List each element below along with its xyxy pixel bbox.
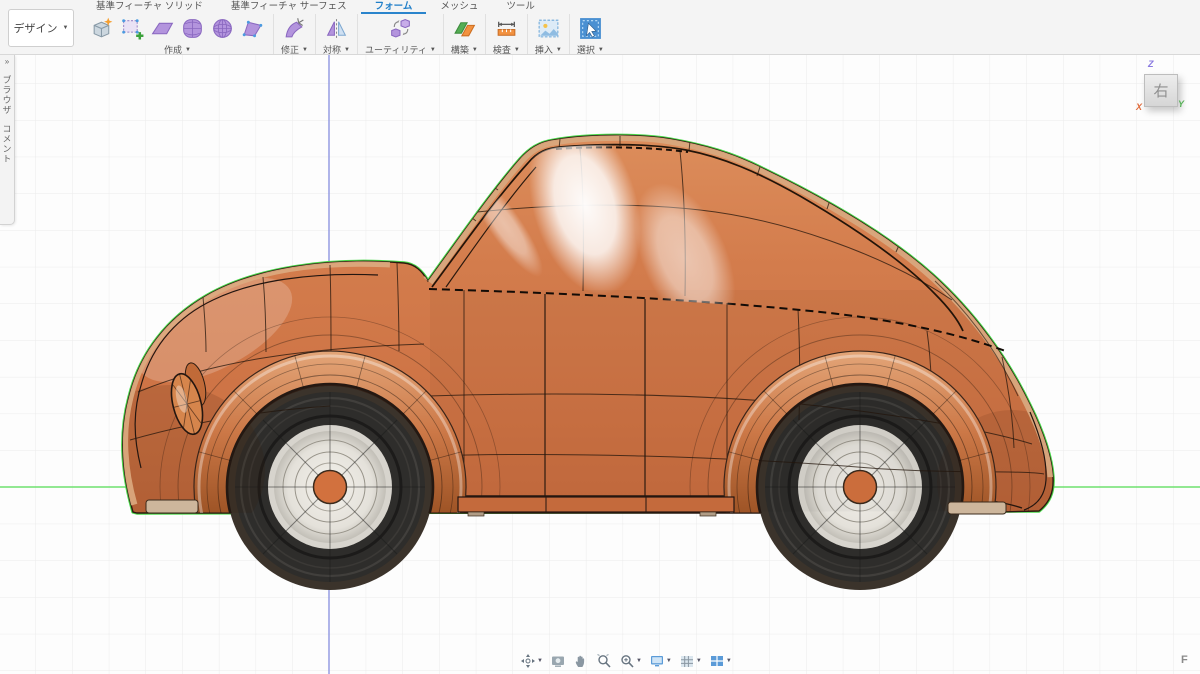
chevron-down-icon: ▼: [185, 47, 191, 53]
cylinder-icon[interactable]: [179, 15, 206, 42]
group-select: 選択▼: [570, 13, 611, 56]
expand-panel-icon[interactable]: »: [5, 58, 9, 66]
zoom-button[interactable]: [594, 652, 614, 670]
chevron-down-icon: ▼: [302, 47, 308, 53]
tab-solid[interactable]: 基準フィーチャ ソリッド: [82, 0, 217, 14]
chevron-down-icon: ▼: [666, 658, 672, 664]
viewcube-face-label: 右: [1153, 80, 1168, 101]
viewports-button[interactable]: ▼: [707, 652, 734, 670]
look-at-button[interactable]: [548, 652, 568, 670]
group-utilities: ユーティリティ▼: [358, 13, 443, 56]
group-modify: 修正▼: [274, 13, 315, 56]
construct-menu[interactable]: 構築▼: [451, 43, 478, 56]
look-at-icon: [550, 653, 566, 669]
comments-panel-tab[interactable]: コメント: [1, 124, 14, 164]
chevron-down-icon: ▼: [598, 47, 604, 53]
workspace-label: デザイン: [14, 20, 58, 36]
tab-mesh[interactable]: メッシュ: [426, 0, 492, 14]
viewports-icon: [709, 653, 725, 669]
tab-form[interactable]: フォーム: [361, 0, 427, 14]
select-menu[interactable]: 選択▼: [577, 43, 604, 56]
navigation-bar: ▼ ▼ ▼ ▼ ▼: [518, 651, 734, 671]
chevron-down-icon: ▼: [537, 658, 543, 664]
ribbon-groups: 作成▼ 修正▼ 対称▼: [82, 13, 611, 56]
inspect-menu[interactable]: 検査▼: [493, 43, 520, 56]
workspace-switcher[interactable]: デザイン ▼: [8, 9, 74, 47]
grid-snaps-button[interactable]: ▼: [677, 652, 704, 670]
axis-x-label: X: [1136, 102, 1142, 112]
rear-bumper[interactable]: [948, 502, 1006, 514]
chevron-down-icon: ▼: [636, 658, 642, 664]
tab-surface[interactable]: 基準フィーチャ サーフェス: [217, 0, 361, 14]
group-create: 作成▼: [82, 13, 273, 56]
watermark-letter: F: [1181, 654, 1188, 666]
pan-button[interactable]: [571, 652, 591, 670]
viewport-canvas[interactable]: [0, 0, 1200, 674]
plane-icon[interactable]: [149, 15, 176, 42]
convert-icon[interactable]: [387, 15, 414, 42]
edit-form-icon[interactable]: [281, 15, 308, 42]
measure-icon[interactable]: [493, 15, 520, 42]
create-form-box-icon[interactable]: [89, 15, 116, 42]
sphere-icon[interactable]: [209, 15, 236, 42]
display-settings-button[interactable]: ▼: [647, 652, 674, 670]
chevron-down-icon: ▼: [726, 658, 732, 664]
front-bumper[interactable]: [146, 500, 198, 513]
chevron-down-icon: ▼: [344, 47, 350, 53]
symmetry-menu[interactable]: 対称▼: [323, 43, 350, 56]
pan-hand-icon: [573, 653, 589, 669]
group-symmetry: 対称▼: [316, 13, 357, 56]
orbit-icon: [520, 653, 536, 669]
viewcube[interactable]: 右: [1144, 74, 1178, 107]
top-toolbar: デザイン ▼ 基準フィーチャ ソリッド 基準フィーチャ サーフェス フォーム メ…: [0, 0, 1200, 55]
insert-canvas-icon[interactable]: [535, 15, 562, 42]
mirror-icon[interactable]: [323, 15, 350, 42]
zoom-icon: [596, 653, 612, 669]
group-insert: 挿入▼: [528, 13, 569, 56]
collapsed-panels: » ブラウザ コメント: [0, 55, 15, 225]
toolbar-tabs: 基準フィーチャ ソリッド 基準フィーチャ サーフェス フォーム メッシュ ツール: [82, 0, 549, 14]
grid-snaps-icon: [679, 653, 695, 669]
chevron-down-icon: ▼: [696, 658, 702, 664]
group-construct: 構築▼: [444, 13, 485, 56]
fusion-window: デザイン ▼ 基準フィーチャ ソリッド 基準フィーチャ サーフェス フォーム メ…: [0, 0, 1200, 674]
browser-panel-tab[interactable]: ブラウザ: [1, 75, 14, 115]
utilities-menu[interactable]: ユーティリティ▼: [365, 43, 436, 56]
create-menu[interactable]: 作成▼: [164, 43, 191, 56]
insert-menu[interactable]: 挿入▼: [535, 43, 562, 56]
zoom-window-button[interactable]: ▼: [617, 652, 644, 670]
chevron-down-icon: ▼: [63, 25, 69, 31]
orbit-button[interactable]: ▼: [518, 652, 545, 670]
face-plus-icon[interactable]: [119, 15, 146, 42]
zoom-window-icon: [619, 653, 635, 669]
tab-tools[interactable]: ツール: [492, 0, 549, 14]
viewcube-widget: Z 右 X Y: [1128, 56, 1198, 116]
chevron-down-icon: ▼: [556, 47, 562, 53]
face-icon[interactable]: [239, 15, 266, 42]
display-settings-icon: [649, 653, 665, 669]
axis-z-label: Z: [1148, 59, 1154, 69]
modify-menu[interactable]: 修正▼: [281, 43, 308, 56]
chevron-down-icon: ▼: [472, 47, 478, 53]
select-icon[interactable]: [577, 15, 604, 42]
chevron-down-icon: ▼: [430, 47, 436, 53]
front-hub-cap: [314, 471, 347, 504]
construct-plane-icon[interactable]: [451, 15, 478, 42]
axis-y-label: Y: [1178, 99, 1184, 109]
group-inspect: 検査▼: [486, 13, 527, 56]
chevron-down-icon: ▼: [514, 47, 520, 53]
